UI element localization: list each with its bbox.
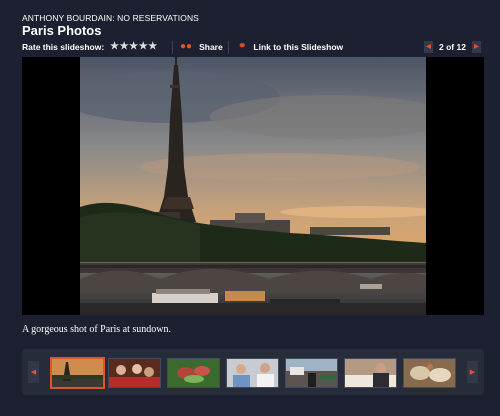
thumbnail-7[interactable] — [403, 358, 456, 388]
slide-photo[interactable] — [80, 57, 426, 315]
slide-pager: ◀ 2 of 12 ▶ — [424, 40, 481, 54]
thumbnail-5[interactable] — [285, 358, 338, 388]
thumbnail-4[interactable] — [226, 358, 279, 388]
chevron-right-icon: ▶ — [469, 369, 476, 376]
share-label: Share — [199, 42, 223, 52]
chevron-right-icon: ▶ — [474, 44, 479, 50]
rating-stars[interactable]: ★★★★★ — [110, 40, 158, 54]
thumbnail-1[interactable] — [50, 357, 105, 389]
chain-link-icon: ⚭ — [238, 41, 247, 52]
people-icon: ●● — [180, 41, 193, 52]
strip-next-button[interactable]: ▶ — [467, 361, 478, 383]
slide-caption: A gorgeous shot of Paris at sundown. — [22, 324, 171, 335]
slideshow-toolbar: Rate this slideshow: ★★★★★ ●● Share ⚭ Li… — [22, 40, 484, 54]
thumbnail-strip: ◀ ▶ — [22, 349, 484, 395]
thumbnail-2[interactable] — [108, 358, 161, 388]
chevron-left-icon: ◀ — [30, 369, 37, 376]
prev-slide-button[interactable]: ◀ — [424, 41, 433, 53]
slide-stage — [22, 57, 484, 315]
thumbnail-6[interactable] — [344, 358, 397, 388]
link-button[interactable]: ⚭ Link to this Slideshow — [238, 40, 343, 54]
slide-counter: 2 of 12 — [439, 42, 466, 52]
share-button[interactable]: ●● Share — [180, 40, 223, 54]
strip-prev-button[interactable]: ◀ — [28, 361, 39, 383]
divider — [172, 41, 173, 54]
rate-label: Rate this slideshow: — [22, 42, 105, 52]
gallery-title: Paris Photos — [22, 23, 102, 38]
next-slide-button[interactable]: ▶ — [471, 41, 481, 53]
thumbnail-3[interactable] — [167, 358, 220, 388]
divider — [228, 41, 229, 54]
chevron-left-icon: ◀ — [426, 44, 431, 50]
show-name: ANTHONY BOURDAIN: NO RESERVATIONS — [22, 13, 199, 23]
link-label: Link to this Slideshow — [253, 42, 344, 52]
